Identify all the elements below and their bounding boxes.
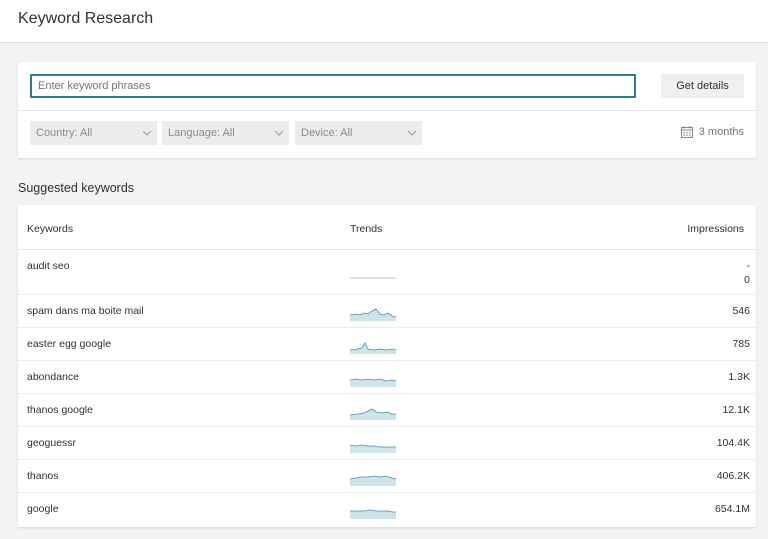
impressions-cell: - (746, 260, 751, 272)
page-header: Keyword Research (0, 0, 768, 43)
table-row[interactable]: thanos 406.2K (18, 460, 756, 493)
column-header-keywords[interactable]: Keywords (27, 223, 73, 235)
keyword-cell: thanos google (27, 404, 93, 416)
table-row[interactable]: geoguessr 104.4K (18, 427, 756, 460)
keyword-cell: thanos (27, 470, 59, 482)
impressions-subvalue: 0 (744, 274, 750, 286)
country-dropdown-label: Country: All (36, 127, 93, 139)
device-dropdown-label: Device: All (301, 127, 353, 139)
impressions-cell: 104.4K (716, 437, 750, 449)
table-row[interactable]: abondance 1.3K (18, 361, 756, 394)
column-header-impressions[interactable]: Impressions (687, 223, 744, 235)
trend-sparkline (350, 444, 396, 453)
search-card: Get details Country: All Language: All D… (18, 62, 756, 158)
impressions-cell: 12.1K (722, 404, 750, 416)
impressions-cell: 654.1M (714, 503, 750, 515)
trend-sparkline (350, 277, 396, 279)
table-row[interactable]: audit seo - 0 (18, 250, 756, 295)
trend-sparkline (350, 475, 397, 486)
impressions-cell: 406.2K (716, 470, 750, 482)
divider (18, 110, 756, 111)
trend-sparkline (350, 509, 396, 519)
chevron-down-icon (275, 130, 283, 136)
keyword-cell: geoguessr (27, 437, 77, 449)
date-range-label: 3 months (698, 126, 744, 138)
keyword-cell: easter egg google (27, 338, 112, 350)
table-row[interactable]: spam dans ma boite mail 546 (18, 295, 756, 328)
table-row[interactable]: google 654.1M (18, 493, 756, 526)
column-header-trends: Trends (350, 223, 383, 235)
impressions-cell: 1.3K (728, 371, 750, 383)
impressions-cell: 546 (732, 305, 750, 317)
keyword-cell: spam dans ma boite mail (27, 305, 144, 317)
chevron-down-icon (408, 130, 416, 136)
trend-sparkline (350, 308, 397, 321)
get-details-button[interactable]: Get details (661, 74, 744, 98)
language-dropdown[interactable]: Language: All (162, 121, 289, 145)
table-header: Keywords Trends Impressions (18, 205, 756, 250)
table-row[interactable]: thanos google 12.1K (18, 394, 756, 427)
keyword-cell: abondance (27, 371, 79, 383)
trend-sparkline (350, 408, 396, 420)
trend-sparkline (350, 378, 397, 387)
date-range-picker[interactable]: 3 months (680, 126, 744, 138)
page-title: Keyword Research (18, 10, 154, 27)
keyword-cell: google (27, 503, 59, 515)
table-row[interactable]: easter egg google 785 (18, 328, 756, 361)
language-dropdown-label: Language: All (168, 127, 235, 139)
device-dropdown[interactable]: Device: All (295, 121, 422, 145)
section-title: Suggested keywords (18, 181, 135, 195)
keyword-cell: audit seo (27, 260, 70, 272)
keywords-table: Keywords Trends Impressions audit seo - … (18, 205, 756, 527)
impressions-cell: 785 (732, 338, 750, 350)
country-dropdown[interactable]: Country: All (30, 121, 157, 145)
trend-sparkline (350, 342, 397, 354)
chevron-down-icon (143, 130, 151, 136)
keyword-search-input[interactable] (30, 74, 636, 98)
calendar-icon (680, 126, 693, 138)
